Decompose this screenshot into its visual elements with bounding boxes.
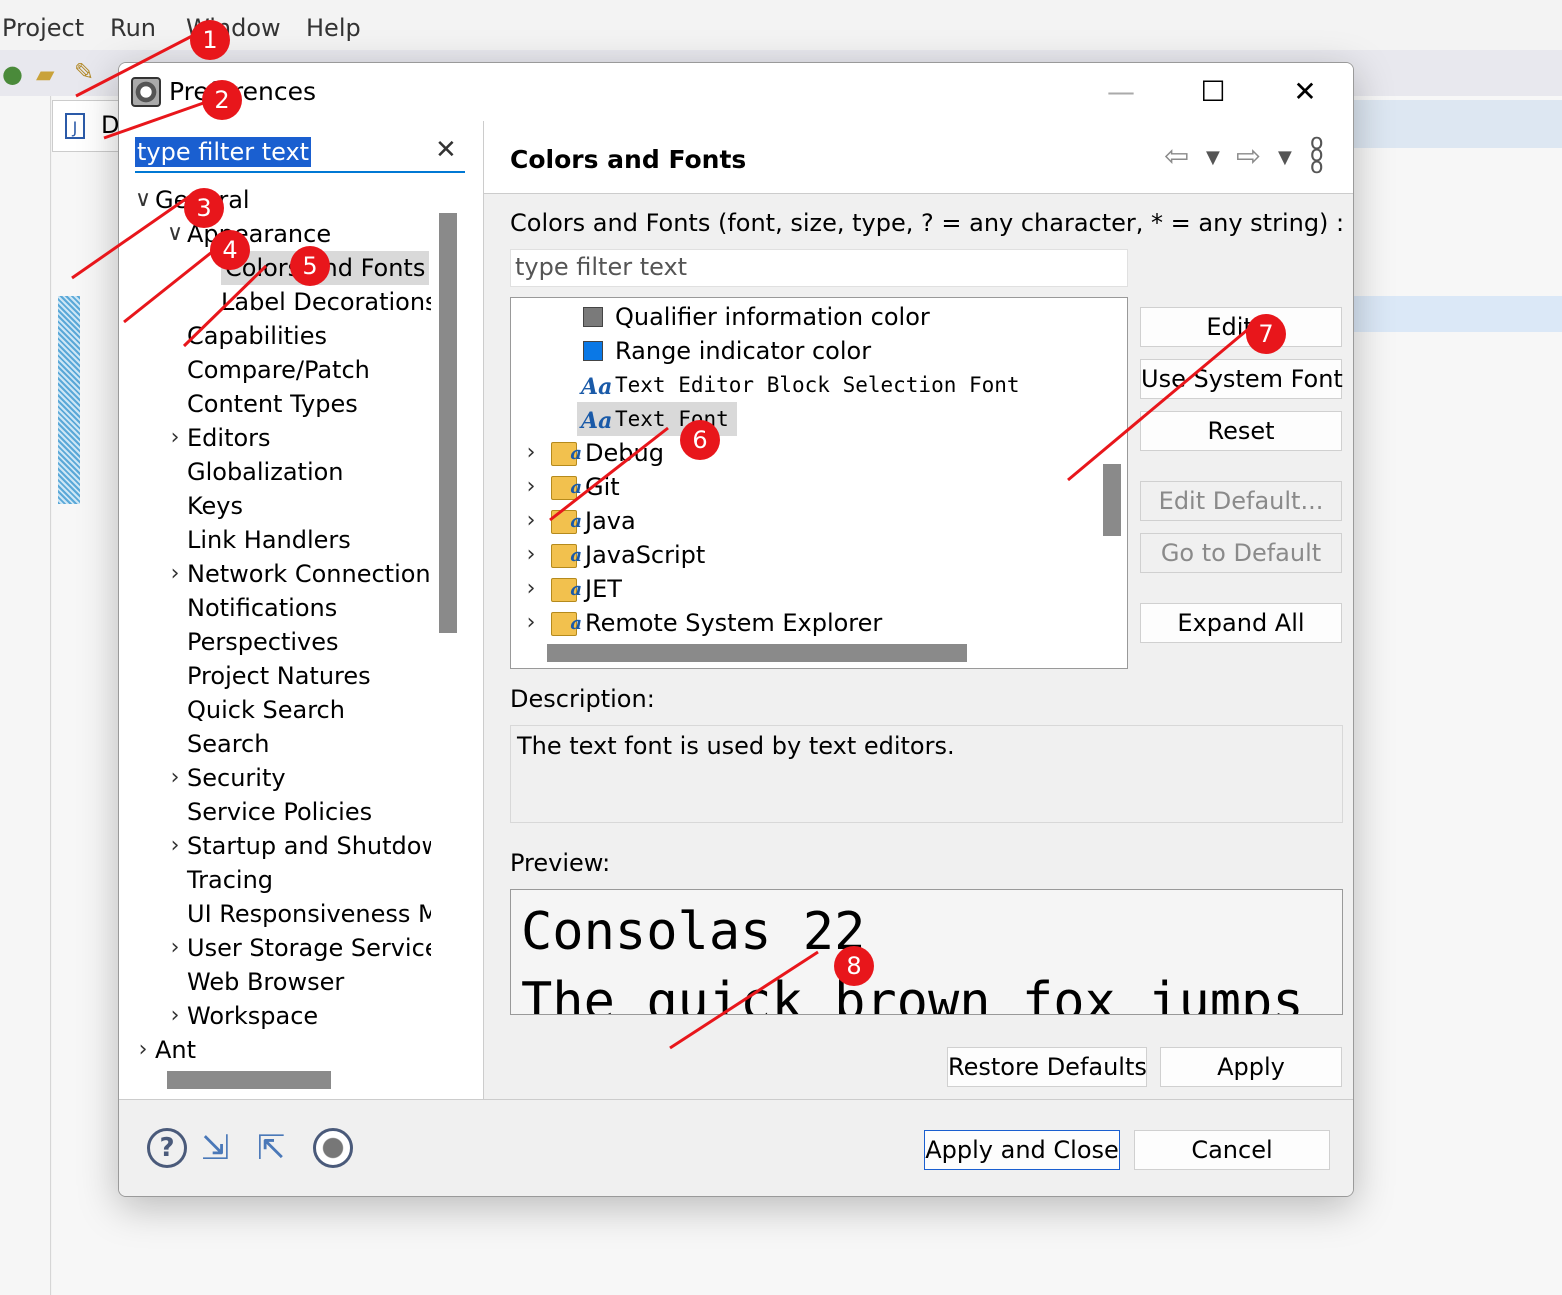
annotation-badge-2: 2 — [202, 80, 242, 120]
annotation-badge-5: 5 — [290, 246, 330, 286]
annotation-badge-7: 7 — [1246, 314, 1286, 354]
annotation-arrows — [71, 32, 1253, 1050]
annotation-badge-1: 1 — [190, 20, 230, 60]
annotation-badge-4: 4 — [210, 230, 250, 270]
annotation-badge-8: 8 — [834, 946, 874, 986]
annotation-badge-6: 6 — [680, 420, 720, 460]
annotation-badge-3: 3 — [184, 188, 224, 228]
